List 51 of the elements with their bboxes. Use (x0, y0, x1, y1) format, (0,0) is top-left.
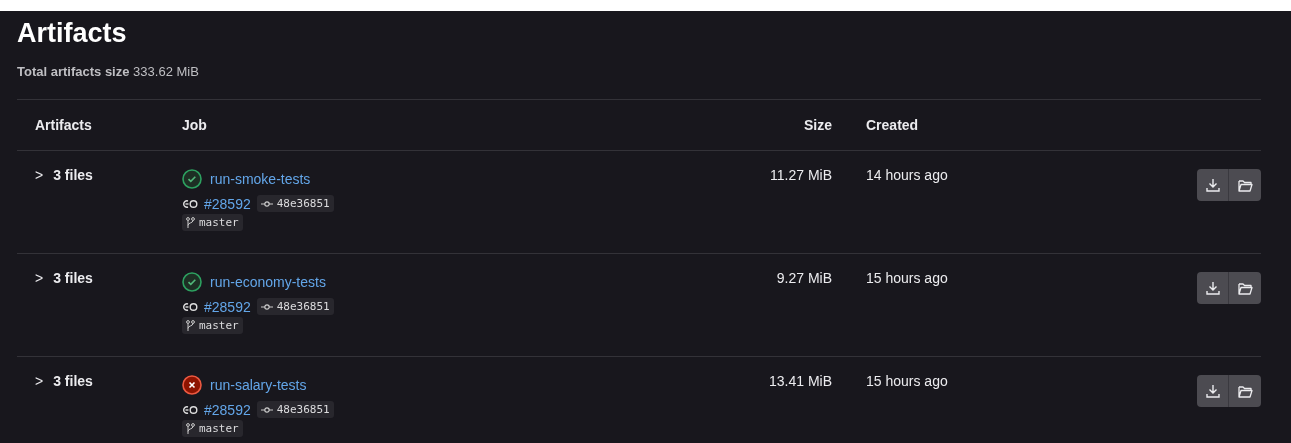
branch-icon (186, 217, 195, 228)
commit-icon (260, 199, 273, 208)
commit-icon (260, 302, 273, 311)
error-circle-icon (182, 375, 202, 395)
branch-icon (186, 320, 195, 331)
check-circle-icon (182, 272, 202, 292)
folder-icon (1237, 384, 1253, 398)
commit-icon (260, 405, 273, 414)
expand-toggle[interactable]: > 3 files (17, 270, 93, 286)
column-header: Size (804, 117, 832, 133)
job-link[interactable]: run-salary-tests (210, 377, 307, 393)
created-text: 14 hours ago (866, 167, 948, 183)
browse-button[interactable] (1229, 169, 1261, 201)
job-link[interactable]: run-economy-tests (210, 274, 326, 290)
job-link[interactable]: run-smoke-tests (210, 171, 311, 187)
column-header: Artifacts (35, 117, 92, 133)
download-button[interactable] (1197, 169, 1229, 201)
created-text: 15 hours ago (866, 270, 948, 286)
created-text: 15 hours ago (866, 373, 948, 389)
total-size: Total artifacts size 333.62 MiB (17, 64, 200, 79)
download-button[interactable] (1197, 272, 1229, 304)
expand-toggle[interactable]: > 3 files (17, 373, 93, 389)
pipeline-icon (182, 301, 198, 312)
browse-button[interactable] (1229, 375, 1261, 407)
branch-tag[interactable]: master (182, 420, 243, 437)
size-text: 9.27 MiB (776, 270, 832, 286)
folder-icon (1237, 281, 1253, 295)
branch-icon (186, 423, 195, 434)
download-icon (1205, 281, 1220, 295)
branch-tag[interactable]: master (182, 214, 243, 231)
folder-icon (1237, 178, 1253, 192)
download-button[interactable] (1197, 375, 1229, 407)
size-text: 11.27 MiB (770, 167, 832, 183)
browse-button[interactable] (1229, 272, 1261, 304)
size-text: 13.41 MiB (768, 373, 832, 389)
branch-tag[interactable]: master (182, 317, 243, 334)
pipeline-link[interactable]: #28592 (204, 401, 251, 418)
commit-tag[interactable]: 48e36851 (256, 298, 334, 315)
pipeline-icon (182, 198, 198, 209)
commit-tag[interactable]: 48e36851 (256, 401, 334, 418)
commit-tag[interactable]: 48e36851 (256, 195, 334, 212)
expand-toggle[interactable]: > 3 files (17, 167, 93, 183)
page-title: Artifacts (17, 17, 128, 50)
column-header: Job (182, 117, 207, 133)
pipeline-link[interactable]: #28592 (204, 195, 251, 212)
pipeline-link[interactable]: #28592 (204, 298, 251, 315)
column-header: Created (866, 117, 919, 133)
download-icon (1205, 178, 1220, 192)
download-icon (1205, 384, 1220, 398)
pipeline-icon (182, 404, 198, 415)
check-circle-icon (182, 169, 202, 189)
